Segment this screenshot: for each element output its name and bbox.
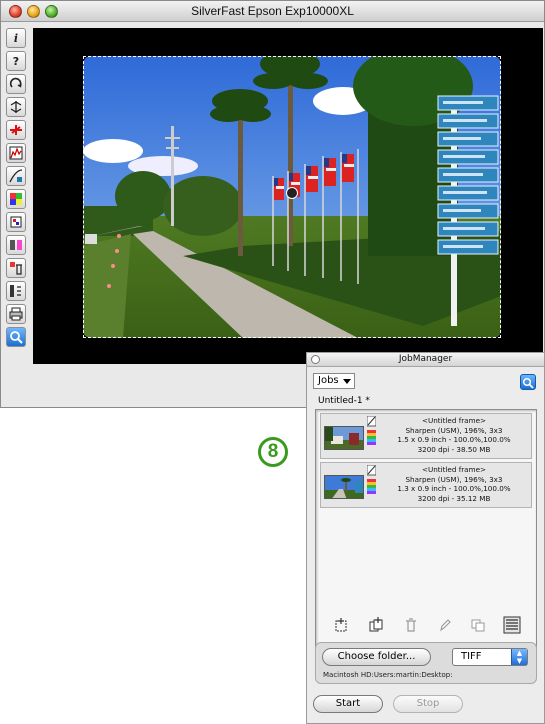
tool-palette: i ? bbox=[6, 28, 28, 350]
negative-fix-tool-button[interactable] bbox=[6, 235, 26, 255]
file-format-select[interactable]: TIFF ▲ ▼ bbox=[452, 648, 528, 666]
grid-list-icon bbox=[503, 616, 521, 634]
step-badge: 8 bbox=[258, 437, 288, 467]
add-frame-icon bbox=[335, 618, 347, 632]
frame-center-marker[interactable] bbox=[286, 187, 298, 199]
job-frame-name: <Untitled frame> bbox=[421, 465, 487, 474]
trash-icon bbox=[406, 618, 416, 632]
chevron-down-icon bbox=[343, 379, 351, 384]
print-tool-button[interactable] bbox=[6, 304, 26, 324]
job-row[interactable]: <Untitled frame> Sharpen (USM), 196%, 3x… bbox=[320, 462, 532, 508]
densitometer-icon bbox=[10, 285, 21, 297]
job-thumbnail bbox=[324, 426, 364, 450]
job-row[interactable]: <Untitled frame> Sharpen (USM), 196%, 3x… bbox=[320, 413, 532, 459]
auto-adjust-tool-button[interactable] bbox=[6, 120, 26, 140]
window-title: SilverFast Epson Exp10000XL bbox=[191, 4, 354, 18]
magnifier-icon bbox=[10, 331, 23, 344]
updown-arrows-icon: ▲ ▼ bbox=[511, 649, 527, 665]
selective-color-icon bbox=[10, 216, 22, 228]
start-button[interactable]: Start bbox=[313, 695, 383, 713]
color-mode-icon bbox=[366, 464, 377, 503]
color-correction-tool-button[interactable] bbox=[6, 189, 26, 209]
color-correction-icon bbox=[10, 193, 22, 205]
add-job-button[interactable] bbox=[332, 616, 350, 634]
job-filter: Sharpen (USM), 196%, 3x3 bbox=[405, 474, 503, 484]
job-size: 1.3 x 0.9 inch - 100.0%,100.0% bbox=[397, 484, 511, 493]
flip-icon bbox=[10, 101, 22, 113]
job-details: <Untitled frame> Sharpen (USM), 196%, 3x… bbox=[379, 465, 529, 503]
jobs-menu[interactable]: Jobs bbox=[313, 373, 355, 389]
histogram-tool-button[interactable] bbox=[6, 143, 26, 163]
duplicate-icon bbox=[471, 619, 485, 632]
duplicate-job-button[interactable] bbox=[469, 616, 487, 634]
job-filter: Sharpen (USM), 196%, 3x3 bbox=[405, 425, 503, 435]
info-tool-button[interactable]: i bbox=[6, 28, 26, 48]
magnifier-icon bbox=[522, 377, 534, 389]
auto-adjust-icon bbox=[10, 125, 22, 135]
prescan-preview[interactable] bbox=[33, 28, 543, 364]
zoom-tool-button[interactable] bbox=[6, 327, 26, 347]
add-all-frames-icon bbox=[369, 617, 383, 632]
edit-job-button[interactable] bbox=[436, 616, 454, 634]
silverfast-main-window: SilverFast Epson Exp10000XL i ? bbox=[0, 0, 545, 408]
color-mode-icon bbox=[366, 415, 377, 454]
output-settings: Choose folder... TIFF ▲ ▼ Macintosh HD:Us… bbox=[315, 642, 537, 684]
job-info-button[interactable] bbox=[520, 374, 536, 390]
help-icon: ? bbox=[12, 54, 20, 68]
job-manager-window: JobManager Jobs Untitled-1 * <Untitled f… bbox=[306, 352, 545, 724]
job-manager-titlebar[interactable]: JobManager bbox=[307, 353, 544, 367]
window-titlebar[interactable]: SilverFast Epson Exp10000XL bbox=[1, 1, 544, 22]
job-manager-title: JobManager bbox=[398, 354, 453, 364]
flip-tool-button[interactable] bbox=[6, 97, 26, 117]
job-resolution: 3200 dpi - 35.12 MB bbox=[417, 493, 491, 503]
gradation-icon bbox=[9, 169, 23, 183]
choose-folder-button[interactable]: Choose folder... bbox=[322, 648, 431, 666]
destination-path: Macintosh HD:Users:martin:Desktop: bbox=[323, 671, 453, 679]
rotate-icon bbox=[9, 77, 22, 88]
printer-icon bbox=[9, 307, 23, 321]
rotate-tool-button[interactable] bbox=[6, 74, 26, 94]
job-frame-name: <Untitled frame> bbox=[421, 416, 487, 425]
densitometer-tool-button[interactable] bbox=[6, 281, 26, 301]
help-tool-button[interactable]: ? bbox=[6, 51, 26, 71]
file-format-value: TIFF bbox=[461, 651, 482, 662]
delete-tool-button[interactable] bbox=[6, 258, 26, 278]
trash-icon bbox=[10, 262, 22, 275]
gradation-tool-button[interactable] bbox=[6, 166, 26, 186]
job-details: <Untitled frame> Sharpen (USM), 196%, 3x… bbox=[379, 416, 529, 454]
delete-job-button[interactable] bbox=[402, 616, 420, 634]
jobs-menu-label: Jobs bbox=[318, 375, 339, 386]
job-size: 1.5 x 0.9 inch - 100.0%,100.0% bbox=[397, 435, 511, 444]
job-thumbnail bbox=[324, 475, 364, 499]
selective-color-tool-button[interactable] bbox=[6, 212, 26, 232]
job-actions-toolbar bbox=[328, 616, 528, 636]
info-icon: i bbox=[13, 31, 19, 45]
job-resolution: 3200 dpi - 38.50 MB bbox=[417, 444, 491, 454]
job-name: Untitled-1 * bbox=[318, 396, 370, 406]
add-all-frames-button[interactable] bbox=[367, 616, 385, 634]
pencil-icon bbox=[440, 619, 451, 632]
negative-fix-icon bbox=[10, 240, 22, 250]
histogram-icon bbox=[9, 146, 23, 160]
stop-button[interactable]: Stop bbox=[393, 695, 463, 713]
job-settings-button[interactable] bbox=[503, 616, 521, 634]
